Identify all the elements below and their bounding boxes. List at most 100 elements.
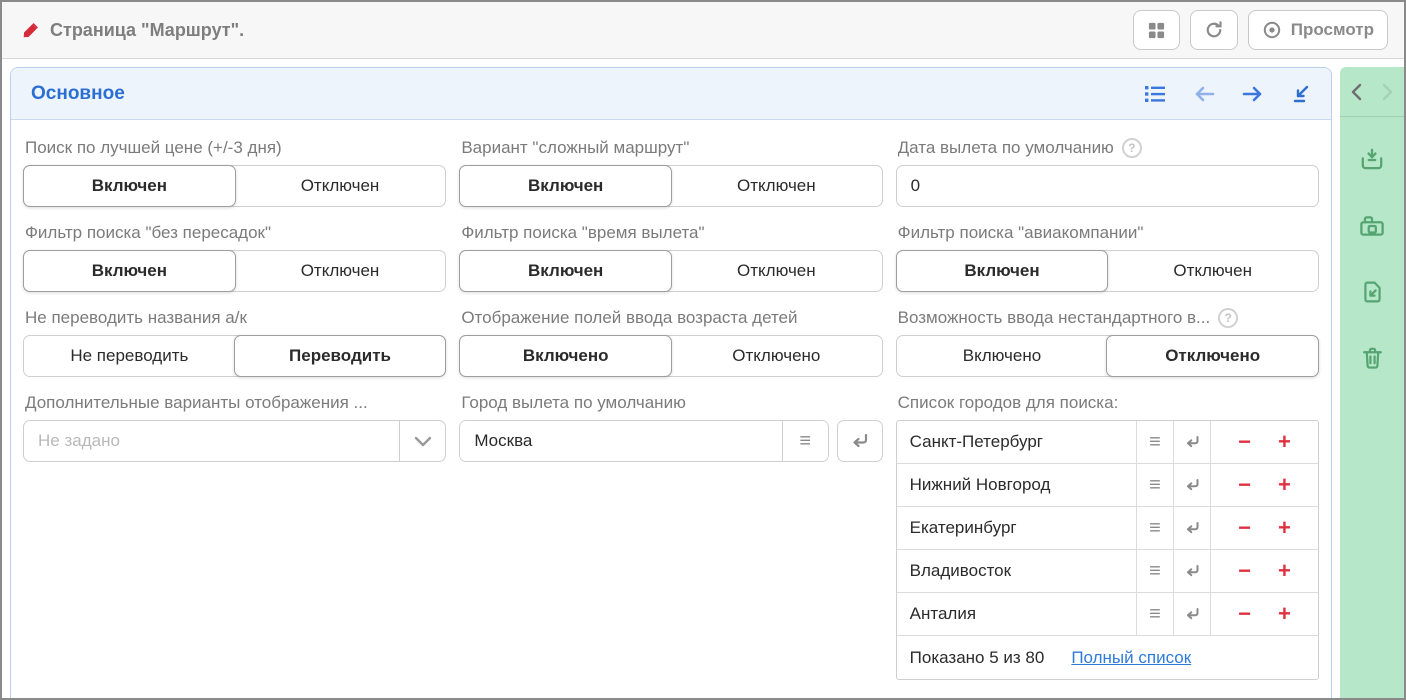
layout-grid-button[interactable] bbox=[1133, 10, 1180, 50]
help-icon[interactable]: ? bbox=[1218, 308, 1238, 328]
city-name: Анталия bbox=[897, 593, 1136, 635]
help-icon[interactable]: ? bbox=[1122, 138, 1142, 158]
default-city-input[interactable] bbox=[460, 421, 781, 461]
enter-arrow-icon bbox=[1185, 607, 1200, 621]
enter-arrow-icon bbox=[851, 433, 869, 449]
arrow-left-icon bbox=[1193, 84, 1215, 104]
city-row-actions: − + bbox=[1210, 550, 1318, 592]
sidebar-next-button[interactable] bbox=[1378, 82, 1396, 102]
default-city-controls: ≡ bbox=[459, 420, 882, 462]
panel-header: Основное bbox=[11, 68, 1331, 120]
field-label: Дополнительные варианты отображения ... bbox=[25, 391, 446, 414]
city-menu-button[interactable]: ≡ bbox=[1136, 421, 1173, 463]
city-menu-button[interactable]: ≡ bbox=[1136, 550, 1173, 592]
preview-button[interactable]: Просмотр bbox=[1248, 10, 1388, 50]
filter-nonstop-toggle: Включен Отключен bbox=[23, 250, 446, 292]
filter-airlines-off-option[interactable]: Отключен bbox=[1107, 251, 1318, 291]
city-name: Владивосток bbox=[897, 550, 1136, 592]
field-city-list: Список городов для поиска: Санкт-Петербу… bbox=[896, 389, 1319, 680]
city-row-actions: − + bbox=[1210, 464, 1318, 506]
best-price-on-option[interactable]: Включен bbox=[23, 165, 236, 207]
page: Страница "Маршрут". bbox=[0, 0, 1406, 700]
city-name: Санкт-Петербург bbox=[897, 421, 1136, 463]
city-menu-button[interactable]: ≡ bbox=[1136, 464, 1173, 506]
right-sidebar bbox=[1340, 67, 1404, 698]
default-departure-date-input[interactable] bbox=[896, 165, 1319, 207]
children-age-off-option[interactable]: Отключено bbox=[671, 336, 882, 376]
no-translate-option[interactable]: Не переводить bbox=[24, 336, 235, 376]
city-row: Санкт-Петербург ≡ − + bbox=[897, 421, 1318, 464]
export-page-icon bbox=[1360, 279, 1385, 305]
select-arrow-zone[interactable] bbox=[399, 421, 445, 461]
save-button[interactable] bbox=[1359, 147, 1385, 173]
filter-nonstop-off-option[interactable]: Отключен bbox=[235, 251, 446, 291]
save-download-icon bbox=[1359, 147, 1385, 173]
filter-departure-time-off-option[interactable]: Отключен bbox=[671, 251, 882, 291]
extra-display-options-select[interactable]: Не задано bbox=[23, 420, 446, 462]
default-city-menu-button[interactable]: ≡ bbox=[782, 421, 828, 461]
nonstandard-off-option[interactable]: Отключено bbox=[1106, 335, 1319, 377]
remove-city-button[interactable]: − bbox=[1238, 560, 1251, 582]
city-row: Нижний Новгород ≡ − + bbox=[897, 464, 1318, 507]
field-label: Список городов для поиска: bbox=[898, 391, 1319, 414]
refresh-button[interactable] bbox=[1190, 10, 1238, 50]
complex-route-off-option[interactable]: Отключен bbox=[671, 166, 882, 206]
translate-option[interactable]: Переводить bbox=[234, 335, 447, 377]
filter-airlines-on-option[interactable]: Включен bbox=[896, 250, 1109, 292]
city-enter-button[interactable] bbox=[1173, 593, 1210, 635]
enter-arrow-icon bbox=[1185, 521, 1200, 535]
add-city-button[interactable]: + bbox=[1278, 474, 1291, 496]
default-city-input-group: ≡ bbox=[459, 420, 828, 462]
arrow-right-icon bbox=[1242, 84, 1264, 104]
remove-city-button[interactable]: − bbox=[1238, 517, 1251, 539]
add-city-button[interactable]: + bbox=[1278, 560, 1291, 582]
field-label-text: Дата вылета по умолчанию bbox=[898, 138, 1114, 158]
city-row-actions: − + bbox=[1210, 421, 1318, 463]
next-arrow-button[interactable] bbox=[1242, 84, 1264, 104]
field-best-price: Поиск по лучшей цене (+/-3 дня) Включен … bbox=[23, 134, 446, 207]
field-label: Вариант "сложный маршрут" bbox=[461, 136, 882, 159]
city-row: Владивосток ≡ − + bbox=[897, 550, 1318, 593]
collapse-button[interactable] bbox=[1291, 84, 1311, 104]
city-enter-button[interactable] bbox=[1173, 507, 1210, 549]
field-label: Поиск по лучшей цене (+/-3 дня) bbox=[25, 136, 446, 159]
content-area: Основное bbox=[2, 59, 1404, 698]
panel-header-actions bbox=[1144, 84, 1311, 104]
remove-city-button[interactable]: − bbox=[1238, 474, 1251, 496]
remove-city-button[interactable]: − bbox=[1238, 603, 1251, 625]
city-menu-button[interactable]: ≡ bbox=[1136, 507, 1173, 549]
city-enter-button[interactable] bbox=[1173, 550, 1210, 592]
city-list-footer: Показано 5 из 80 Полный список bbox=[897, 636, 1318, 679]
nonstandard-on-option[interactable]: Включено bbox=[897, 336, 1108, 376]
menu-icon: ≡ bbox=[1149, 475, 1161, 495]
children-age-on-option[interactable]: Включено bbox=[459, 335, 672, 377]
list-view-button[interactable] bbox=[1144, 84, 1166, 104]
field-label: Фильтр поиска "авиакомпании" bbox=[898, 221, 1319, 244]
complex-route-on-option[interactable]: Включен bbox=[459, 165, 672, 207]
select-placeholder: Не задано bbox=[24, 431, 399, 451]
remove-city-button[interactable]: − bbox=[1238, 431, 1251, 453]
add-city-button[interactable]: + bbox=[1278, 517, 1291, 539]
full-list-link[interactable]: Полный список bbox=[1071, 648, 1191, 668]
save-copy-button[interactable] bbox=[1359, 213, 1385, 239]
prev-arrow-button[interactable] bbox=[1193, 84, 1215, 104]
sidebar-actions bbox=[1359, 117, 1385, 371]
default-city-enter-button[interactable] bbox=[837, 420, 883, 462]
city-enter-button[interactable] bbox=[1173, 421, 1210, 463]
delete-button[interactable] bbox=[1360, 345, 1385, 371]
nonstandard-input-toggle: Включено Отключено bbox=[896, 335, 1319, 377]
add-city-button[interactable]: + bbox=[1278, 603, 1291, 625]
preview-button-label: Просмотр bbox=[1291, 20, 1374, 40]
filter-nonstop-on-option[interactable]: Включен bbox=[23, 250, 236, 292]
menu-icon: ≡ bbox=[799, 431, 811, 451]
city-row-actions: − + bbox=[1210, 507, 1318, 549]
city-enter-button[interactable] bbox=[1173, 464, 1210, 506]
add-city-button[interactable]: + bbox=[1278, 431, 1291, 453]
city-name: Нижний Новгород bbox=[897, 464, 1136, 506]
city-row: Екатеринбург ≡ − + bbox=[897, 507, 1318, 550]
best-price-off-option[interactable]: Отключен bbox=[235, 166, 446, 206]
city-menu-button[interactable]: ≡ bbox=[1136, 593, 1173, 635]
sidebar-prev-button[interactable] bbox=[1348, 82, 1366, 102]
filter-departure-time-on-option[interactable]: Включен bbox=[459, 250, 672, 292]
export-page-button[interactable] bbox=[1360, 279, 1385, 305]
